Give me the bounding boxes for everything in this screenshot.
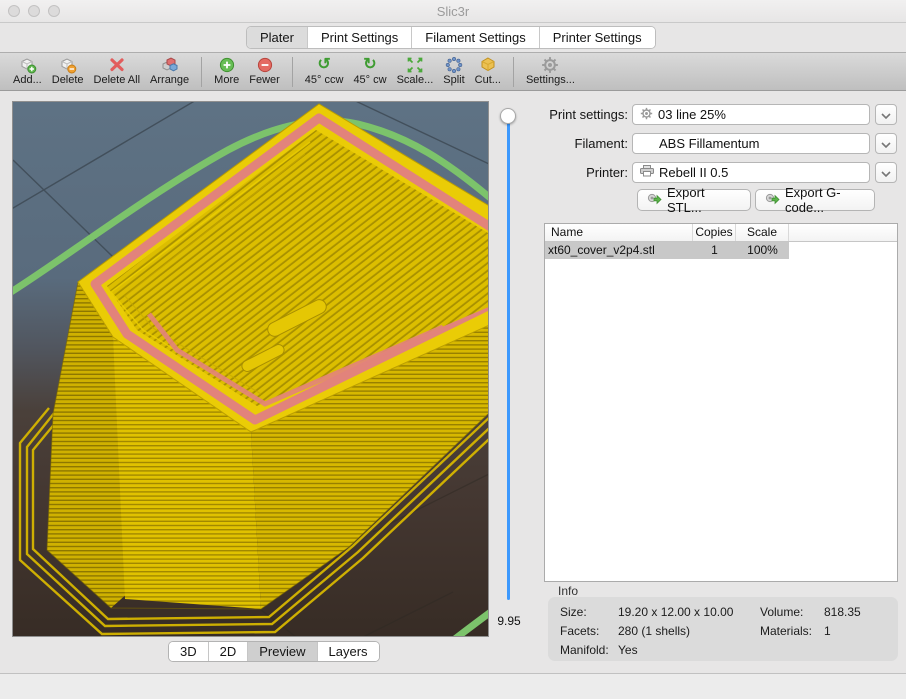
arrange-icon: [160, 56, 179, 74]
chevron-down-icon: [881, 164, 891, 182]
toolbar-separator: [201, 57, 202, 87]
delete-button[interactable]: Delete: [52, 56, 84, 87]
manifold-label: Manifold:: [560, 643, 609, 657]
materials-label: Materials:: [760, 624, 812, 638]
tab-printer-settings[interactable]: Printer Settings: [540, 27, 655, 48]
tab-filament-settings[interactable]: Filament Settings: [412, 27, 539, 48]
rotate-cw-icon: ↻: [363, 56, 376, 74]
tab-plater[interactable]: Plater: [247, 27, 308, 48]
scale-icon: [406, 56, 424, 74]
split-icon: [445, 56, 463, 74]
export-icon: [647, 192, 662, 208]
chevron-down-icon: [881, 135, 891, 153]
facets-label: Facets:: [560, 624, 599, 638]
view-tab-layers[interactable]: Layers: [318, 642, 379, 661]
filament-dropdown-button[interactable]: [875, 133, 897, 154]
object-scale-cell: 100%: [736, 242, 789, 259]
print-settings-combo[interactable]: 03 line 25%: [632, 104, 870, 125]
layer-preview-scene: [13, 102, 488, 636]
table-row[interactable]: xt60_cover_v2p4.stl 1 100%: [545, 242, 897, 259]
view-tab-preview[interactable]: Preview: [248, 642, 317, 661]
view-tab-2d[interactable]: 2D: [209, 642, 249, 661]
column-header-name[interactable]: Name: [545, 224, 693, 241]
add-box-icon: [18, 56, 37, 74]
filament-combo[interactable]: ABS Fillamentum: [632, 133, 870, 154]
rotate-cw-button[interactable]: ↻ 45° cw: [353, 56, 386, 87]
scale-button[interactable]: Scale...: [397, 56, 434, 87]
filament-value: ABS Fillamentum: [659, 136, 759, 151]
printer-icon: [640, 165, 654, 180]
volume-label: Volume:: [760, 605, 803, 619]
chevron-down-icon: [881, 106, 891, 124]
view-mode-tabs: 3D 2D Preview Layers: [168, 641, 380, 662]
cut-icon: [479, 56, 497, 74]
fewer-icon: [256, 56, 274, 74]
column-header-copies[interactable]: Copies: [693, 224, 736, 241]
tab-print-settings[interactable]: Print Settings: [308, 27, 412, 48]
settings-gear-icon: [541, 56, 559, 74]
column-header-scale[interactable]: Scale: [736, 224, 789, 241]
object-list-table: Name Copies Scale xt60_cover_v2p4.stl 1 …: [544, 223, 898, 582]
printer-dropdown-button[interactable]: [875, 162, 897, 183]
empty-cell: [789, 242, 897, 259]
manifold-value: Yes: [618, 643, 638, 657]
rotate-ccw-icon: ↺: [317, 56, 330, 74]
object-copies-cell: 1: [693, 242, 736, 259]
facets-value: 280 (1 shells): [618, 624, 690, 638]
object-name-cell: xt60_cover_v2p4.stl: [545, 242, 693, 259]
window-bottom-bar: [0, 673, 906, 699]
export-icon: [765, 192, 780, 208]
column-header-empty: [789, 224, 897, 241]
toolbar-separator: [292, 57, 293, 87]
printer-value: Rebell II 0.5: [659, 165, 728, 180]
printer-combo[interactable]: Rebell II 0.5: [632, 162, 870, 183]
info-section-title: Info: [558, 584, 578, 598]
view-tab-3d[interactable]: 3D: [169, 642, 209, 661]
volume-value: 818.35: [824, 605, 861, 619]
size-label: Size:: [560, 605, 587, 619]
more-button[interactable]: More: [214, 56, 239, 87]
layer-slider-track[interactable]: [507, 117, 510, 600]
toolbar-separator: [513, 57, 514, 87]
rotate-ccw-button[interactable]: ↺ 45° ccw: [305, 56, 344, 87]
delete-all-button[interactable]: Delete All: [94, 56, 140, 87]
plater-3d-view[interactable]: [12, 101, 489, 637]
more-icon: [218, 56, 236, 74]
window-title: Slic3r: [0, 4, 906, 19]
layer-height-value: 9.95: [488, 614, 530, 628]
delete-all-icon: [108, 56, 126, 74]
gear-icon: [640, 107, 653, 123]
main-tab-bar: Plater Print Settings Filament Settings …: [246, 26, 656, 49]
materials-value: 1: [824, 624, 831, 638]
print-settings-dropdown-button[interactable]: [875, 104, 897, 125]
split-button[interactable]: Split: [443, 56, 464, 87]
titlebar: Slic3r: [0, 0, 906, 23]
cut-button[interactable]: Cut...: [475, 56, 501, 87]
print-settings-label: Print settings:: [500, 104, 628, 125]
info-box: Size: 19.20 x 12.00 x 10.00 Volume: 818.…: [548, 597, 898, 661]
fewer-button[interactable]: Fewer: [249, 56, 280, 87]
arrange-button[interactable]: Arrange: [150, 56, 189, 87]
export-gcode-button[interactable]: Export G-code...: [755, 189, 875, 211]
toolbar: Add... Delete Delete All Arrange: [0, 52, 906, 91]
size-value: 19.20 x 12.00 x 10.00: [618, 605, 733, 619]
export-stl-button[interactable]: Export STL...: [637, 189, 751, 211]
add-button[interactable]: Add...: [13, 56, 42, 87]
printer-label: Printer:: [500, 162, 628, 183]
settings-button[interactable]: Settings...: [526, 56, 575, 87]
delete-box-icon: [58, 56, 77, 74]
print-settings-value: 03 line 25%: [658, 107, 726, 122]
filament-label: Filament:: [500, 133, 628, 154]
table-header: Name Copies Scale: [545, 224, 897, 242]
